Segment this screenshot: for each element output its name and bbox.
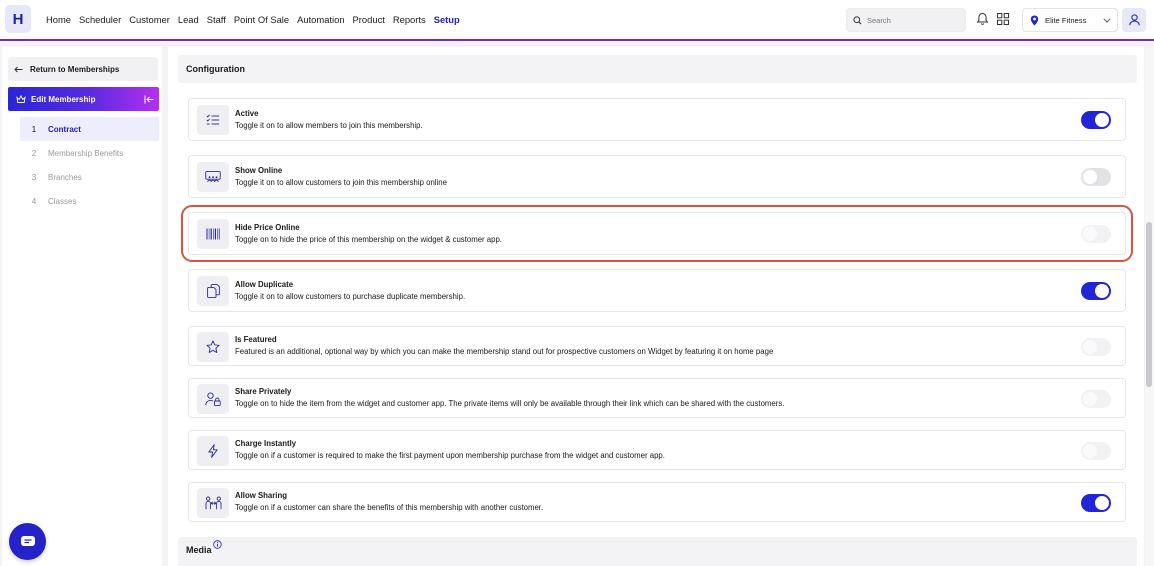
step-classes[interactable]: 4 Classes [20,189,159,213]
setting-title: Hide Price Online [235,223,300,232]
setting-hide-price-online: Hide Price Online Toggle on to hide the … [181,205,1133,262]
step-label: Classes [48,196,77,206]
info-icon[interactable] [212,540,222,549]
settings-list: Active Toggle it on to allow members to … [181,98,1133,534]
setting-description: Toggle on if a customer is required to m… [235,451,665,460]
nav-product[interactable]: Product [353,14,385,25]
setting-title: Allow Sharing [235,491,287,500]
charge-instantly-toggle[interactable] [1081,442,1111,460]
edit-membership-label: Edit Membership [31,94,96,104]
setting-show-online: Show Online Toggle it on to allow custom… [188,155,1126,198]
setting-title: Charge Instantly [235,439,297,448]
nav-lead[interactable]: Lead [178,14,199,25]
return-label: Return to Memberships [30,64,120,74]
app-logo[interactable]: H [5,5,31,33]
hide-price-online-toggle[interactable] [1081,225,1111,243]
setting-allow-duplicate: Allow Duplicate Toggle it on to allow cu… [188,269,1126,312]
step-branches[interactable]: 3 Branches [20,165,159,189]
allow-sharing-toggle[interactable] [1081,494,1111,512]
chat-support-button[interactable] [9,523,46,560]
allow-duplicate-toggle[interactable] [1081,282,1111,300]
step-label: Contract [48,124,81,134]
branch-name: Elite Fitness [1045,15,1087,25]
media-section-header: Media [178,537,1137,566]
branch-selector[interactable]: Elite Fitness [1022,8,1118,32]
setting-description: Featured is an additional, optional way … [235,347,774,356]
setting-allow-sharing: Allow Sharing Toggle on if a customer ca… [188,482,1126,522]
setting-share-privately: Share Privately Toggle on to hide the it… [188,378,1126,418]
setting-title: Share Privately [235,387,292,396]
nav-scheduler[interactable]: Scheduler [79,14,121,25]
nav-home[interactable]: Home [46,14,71,25]
step-contract[interactable]: 1 Contract [20,117,159,141]
nav-customer[interactable]: Customer [129,14,170,25]
step-list: 1 Contract 2 Membership Benefits 3 Branc… [20,117,159,213]
configuration-section-header: Configuration [178,55,1137,83]
return-to-memberships-button[interactable]: Return to Memberships [8,57,158,81]
show-online-toggle[interactable] [1081,168,1111,186]
search-icon [853,15,862,24]
media-title: Media [186,545,212,555]
search-box[interactable] [846,8,966,32]
online-screen-icon [197,162,229,192]
step-number: 1 [31,124,37,134]
setting-charge-instantly: Charge Instantly Toggle on if a customer… [188,430,1126,470]
setting-description: Toggle it on to allow customers to join … [235,178,447,187]
user-icon [1128,14,1140,26]
setting-title: Show Online [235,166,283,175]
chevron-down-icon [1103,17,1111,23]
scrollbar-thumb[interactable] [1146,222,1152,387]
step-number: 4 [31,196,37,206]
nav-setup[interactable]: Setup [434,14,460,25]
chat-icon [20,535,35,546]
checklist-icon [197,105,229,135]
step-number: 3 [31,172,37,182]
setting-description: Toggle on if a customer can share the be… [235,503,544,512]
duplicate-icon [197,276,229,306]
is-featured-toggle[interactable] [1081,338,1111,356]
setting-is-featured: Is Featured Featured is an additional, o… [188,326,1126,366]
lightning-icon [197,436,229,466]
arrow-left-icon [14,66,23,72]
collapse-sidebar-icon[interactable] [144,95,154,104]
section-title: Configuration [186,64,245,74]
people-share-icon [197,488,229,518]
main-nav: Home Scheduler Customer Lead Staff Point… [46,0,460,39]
top-navigation-bar: H Home Scheduler Customer Lead Staff Poi… [0,0,1154,41]
setting-title: Allow Duplicate [235,280,294,289]
setting-title: Is Featured [235,335,277,344]
setting-title: Active [235,109,259,118]
nav-staff[interactable]: Staff [207,14,226,25]
location-pin-icon [1030,15,1039,25]
step-label: Membership Benefits [48,148,124,158]
setting-active: Active Toggle it on to allow members to … [188,98,1126,141]
edit-membership-header[interactable]: Edit Membership [8,87,159,111]
apps-grid-icon[interactable] [997,13,1009,25]
step-label: Branches [48,172,82,182]
nav-reports[interactable]: Reports [393,14,426,25]
user-lock-icon [197,384,229,414]
nav-automation[interactable]: Automation [297,14,344,25]
star-icon [197,332,229,362]
step-number: 2 [31,148,37,158]
active-toggle[interactable] [1081,111,1111,129]
barcode-icon [197,219,229,249]
main-content: Configuration Active Toggle it on to all… [168,47,1144,566]
setting-description: Toggle on to hide the item from the widg… [235,399,785,408]
crown-icon [16,94,26,103]
user-profile-button[interactable] [1122,8,1146,32]
nav-point-of-sale[interactable]: Point Of Sale [234,14,289,25]
setting-description: Toggle on to hide the price of this memb… [235,235,502,244]
step-membership-benefits[interactable]: 2 Membership Benefits [20,141,159,165]
setting-description: Toggle it on to allow members to join th… [235,121,423,130]
share-privately-toggle[interactable] [1081,390,1111,408]
bell-icon[interactable] [976,12,989,26]
setting-description: Toggle it on to allow customers to purch… [235,292,466,301]
left-sidebar: Return to Memberships Edit Membership 1 … [2,47,162,566]
search-input[interactable] [867,15,957,25]
